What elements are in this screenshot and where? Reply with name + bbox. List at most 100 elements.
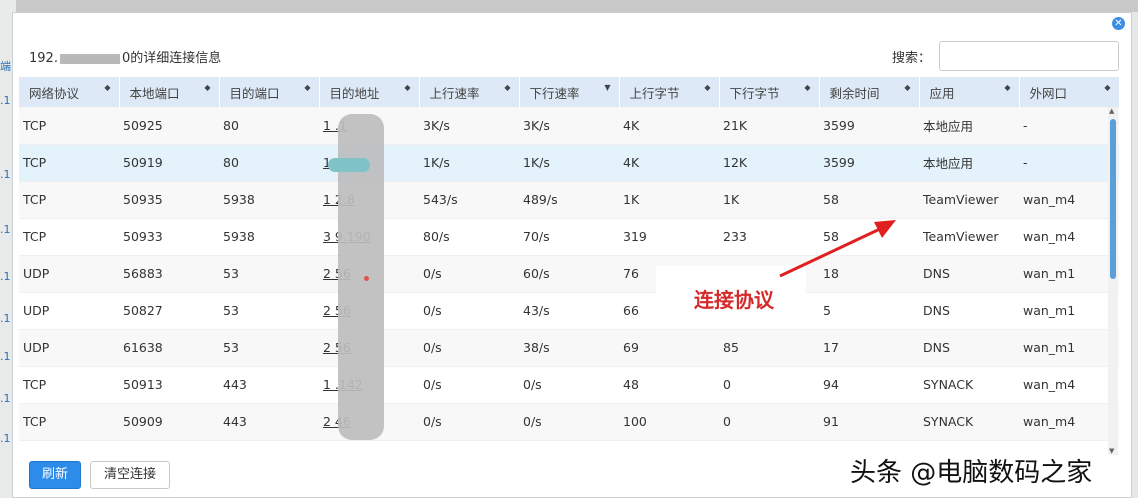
column-header-label: 应用 [929, 85, 955, 101]
table-cell: 1K [619, 181, 719, 219]
table-cell: - [1019, 144, 1119, 182]
table-cell: SYNACK [919, 366, 1019, 404]
table-cell: 80 [219, 107, 319, 145]
column-header[interactable]: 上行速率 ◆ [419, 77, 520, 107]
column-header[interactable]: 本地端口 ◆ [119, 77, 220, 107]
table-cell: 56883 [119, 255, 219, 293]
table-cell: 3K/s [419, 107, 519, 145]
table-cell: 543/s [419, 181, 519, 219]
column-header[interactable]: 下行速率 ▼ [519, 77, 620, 107]
table-cell: 53 [219, 255, 319, 293]
table-cell: 0/s [419, 292, 519, 330]
search-input[interactable] [939, 41, 1119, 71]
sort-icon[interactable]: ◆ [404, 84, 410, 92]
annotation-text: 连接协议 [694, 288, 774, 312]
dialog-title: 192. 0的详细连接信息 [29, 47, 221, 66]
table-row[interactable]: UDP 61638 53 2 56 0/s 38/s 69 85 17 DNS wan_m1 [19, 329, 1119, 367]
table-cell: TCP [19, 107, 119, 145]
table-cell: 50933 [119, 218, 219, 256]
table-row[interactable]: UDP 50827 53 2 56 0/s 43/s 66 5 DNS wan_m1 [19, 292, 1119, 330]
table-cell: 100 [619, 403, 719, 441]
column-header-label: 目的端口 [229, 85, 280, 101]
watermark: 头条 @电脑数码之家 [850, 458, 1093, 488]
sort-icon[interactable]: ◆ [904, 84, 910, 92]
clear-connections-button[interactable]: 清空连接 [90, 461, 170, 489]
column-header[interactable]: 下行字节 ◆ [719, 77, 820, 107]
table-cell: 38/s [519, 329, 619, 367]
table-cell: 53 [219, 329, 319, 367]
table-cell: 53 [219, 292, 319, 330]
column-header[interactable]: 上行字节 ◆ [619, 77, 720, 107]
column-header[interactable]: 网络协议 ◆ [19, 77, 120, 107]
table-cell: 80 [219, 144, 319, 182]
table-row[interactable]: TCP 50925 80 1 .1 3K/s 3K/s 4K 21K 3599 本地应用 - [19, 107, 1119, 145]
table-cell: 5 [819, 292, 919, 330]
sort-icon[interactable]: ◆ [104, 84, 110, 92]
table-cell: 61638 [119, 329, 219, 367]
table-cell: 85 [719, 329, 819, 367]
table-cell: 80/s [419, 218, 519, 256]
background-fragment: .1 [0, 223, 11, 236]
table-cell: wan_m4 [1019, 366, 1119, 404]
table-cell: 4K [619, 144, 719, 182]
sort-icon[interactable]: ◆ [504, 84, 510, 92]
table-row[interactable]: TCP 50909 443 2 46 0/s 0/s 100 0 91 SYNACK wan_m4 [19, 403, 1119, 441]
table-cell: 91 [819, 403, 919, 441]
table-cell: 本地应用 [919, 107, 1019, 145]
column-header[interactable]: 目的地址 ◆ [319, 77, 420, 107]
sort-icon[interactable]: ▼ [604, 84, 610, 92]
column-header[interactable]: 应用 ◆ [919, 77, 1020, 107]
table-row[interactable]: TCP509134431 .1420/s0/s48094SYNACKwan_m4 [19, 366, 1119, 404]
sort-icon[interactable]: ◆ [1004, 84, 1010, 92]
column-header-label: 目的地址 [329, 85, 380, 101]
table-row[interactable]: TCP50919801 .11K/s1K/s4K12K3599本地应用- [19, 144, 1119, 182]
table-cell: 50935 [119, 181, 219, 219]
scrollbar-thumb[interactable] [1110, 119, 1116, 279]
table-row[interactable]: TCP5093559381 2.8543/s489/s1K1K58TeamVie… [19, 181, 1119, 219]
address-redaction-mark [328, 158, 370, 172]
column-header-label: 下行字节 [729, 85, 780, 101]
table-cell: 5938 [219, 218, 319, 256]
table-cell: 0/s [419, 403, 519, 441]
table-cell: TCP [19, 218, 119, 256]
table-cell: 48 [619, 366, 719, 404]
sort-icon[interactable]: ◆ [1104, 84, 1110, 92]
sort-icon[interactable]: ◆ [204, 84, 210, 92]
connection-table-container[interactable]: 网络协议 ◆ 本地端口 ◆ 目的端口 ◆ 目的地址 ◆ 上行速率 ◆ 下行速率 ▼ 上行字节 ◆ 下行字节 ◆… [19, 77, 1121, 455]
column-header[interactable]: 目的端口 ◆ [219, 77, 320, 107]
table-cell: 本地应用 [919, 144, 1019, 182]
table-cell: DNS [919, 292, 1019, 330]
table-cell: 60/s [519, 255, 619, 293]
table-cell: wan_m1 [1019, 255, 1119, 293]
table-cell: 17 [819, 329, 919, 367]
table-cell: wan_m1 [1019, 292, 1119, 330]
ip-redaction [59, 53, 120, 64]
refresh-button[interactable]: 刷新 [29, 461, 81, 489]
table-row[interactable]: UDP56883532 560/s60/s769318DNSwan_m1 [19, 255, 1119, 293]
table-cell: UDP [19, 255, 119, 293]
table-cell: 1K/s [519, 144, 619, 182]
table-row[interactable]: TCP5093359383 9.19080/s70/s31923358TeamV… [19, 218, 1119, 256]
table-cell: 3599 [819, 107, 919, 145]
table-cell: 50925 [119, 107, 219, 145]
table-cell: 94 [819, 366, 919, 404]
sort-icon[interactable]: ◆ [704, 84, 710, 92]
sort-icon[interactable]: ◆ [804, 84, 810, 92]
table-cell: wan_m4 [1019, 218, 1119, 256]
table-cell: 0/s [419, 366, 519, 404]
table-cell: UDP [19, 329, 119, 367]
table-cell: UDP [19, 292, 119, 330]
scroll-up-icon[interactable]: ▲ [1109, 107, 1114, 115]
close-icon[interactable]: ✕ [1112, 17, 1125, 30]
scroll-down-icon[interactable]: ▼ [1109, 447, 1114, 455]
table-scrollbar[interactable]: ▲ ▼ [1108, 107, 1118, 455]
table-cell: SYNACK [919, 403, 1019, 441]
column-header[interactable]: 剩余时间 ◆ [819, 77, 920, 107]
column-header[interactable]: 外网口 ◆ [1019, 77, 1120, 107]
background-fragment: 端 [0, 60, 11, 73]
table-cell: 4K [619, 107, 719, 145]
table-cell: 12K [719, 144, 819, 182]
table-cell: 0/s [419, 329, 519, 367]
dialog-title-suffix: 0的详细连接信息 [121, 51, 222, 66]
sort-icon[interactable]: ◆ [304, 84, 310, 92]
